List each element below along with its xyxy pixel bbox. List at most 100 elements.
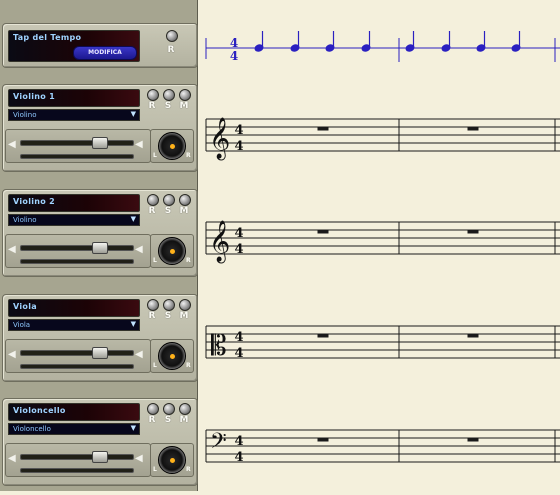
record-button[interactable] <box>147 194 159 206</box>
tempo-track: 4 4 <box>205 31 560 63</box>
speaker-high-icon: ◀ <box>135 139 143 150</box>
record-button[interactable] <box>147 89 159 101</box>
volume-slider-track[interactable] <box>20 245 134 251</box>
record-label: R <box>148 206 156 216</box>
dropdown-arrow-icon: ▼ <box>130 215 136 223</box>
instrument-select[interactable]: Violino ▼ <box>8 214 140 226</box>
speaker-high-icon: ◀ <box>135 349 143 360</box>
whole-rest[interactable] <box>467 229 479 234</box>
volume-slider-track[interactable] <box>20 350 134 356</box>
tempo-time-sig-numerator: 4 <box>230 36 238 50</box>
mute-label: M <box>179 101 189 111</box>
instrument-value: Violino <box>13 111 37 119</box>
level-meter <box>20 259 134 264</box>
volume-control: ◀ ◀ <box>5 234 151 268</box>
instrument-select[interactable]: Violino ▼ <box>8 109 140 121</box>
track-controls: ◀ ◀ L R <box>5 339 194 373</box>
volume-slider-thumb[interactable] <box>92 347 108 359</box>
solo-button[interactable] <box>163 194 175 206</box>
record-button[interactable] <box>147 299 159 311</box>
score-area[interactable]: 4 4 𝄞 4 4 𝄞 4 4 𝄡 4 4 𝄢 4 4 <box>198 0 560 491</box>
whole-rest[interactable] <box>467 333 479 338</box>
pan-right-label: R <box>186 257 191 264</box>
mute-button[interactable] <box>179 194 191 206</box>
track-name-display: Violino 2 <box>8 194 140 212</box>
time-sig-numerator: 4 <box>234 226 243 241</box>
pan-indicator <box>170 354 175 359</box>
track-name: Violino 1 <box>13 92 56 101</box>
record-label: R <box>148 415 156 425</box>
solo-label: S <box>164 206 172 216</box>
instrument-select[interactable]: Viola ▼ <box>8 319 140 331</box>
instrument-value: Violoncello <box>13 425 51 433</box>
track-name: Violoncello <box>13 406 66 415</box>
solo-label: S <box>164 415 172 425</box>
track-name-display: Violino 1 <box>8 89 140 107</box>
whole-rest[interactable] <box>317 333 329 338</box>
record-button[interactable] <box>147 403 159 415</box>
pan-knob[interactable] <box>158 446 186 474</box>
pan-knob[interactable] <box>158 237 186 265</box>
pan-indicator <box>170 458 175 463</box>
tempo-time-sig-denominator: 4 <box>230 49 238 63</box>
dropdown-arrow-icon: ▼ <box>130 424 136 432</box>
bass-clef-icon: 𝄢 <box>210 429 227 459</box>
treble-clef-icon: 𝄞 <box>209 117 230 160</box>
solo-label: S <box>164 311 172 321</box>
pan-knob[interactable] <box>158 342 186 370</box>
solo-button[interactable] <box>163 299 175 311</box>
pan-right-label: R <box>186 152 191 159</box>
volume-slider-track[interactable] <box>20 454 134 460</box>
solo-button[interactable] <box>163 403 175 415</box>
volume-slider-track[interactable] <box>20 140 134 146</box>
pan-left-label: L <box>153 152 157 159</box>
mute-label: M <box>179 311 189 321</box>
pan-control: L R <box>150 129 194 163</box>
whole-rest[interactable] <box>317 437 329 442</box>
solo-button[interactable] <box>163 89 175 101</box>
staff-violino-2 <box>205 221 560 255</box>
volume-control: ◀ ◀ <box>5 129 151 163</box>
pan-left-label: L <box>153 362 157 369</box>
tempo-record-led[interactable] <box>166 30 178 42</box>
track-name: Violino 2 <box>13 197 56 206</box>
alto-clef-icon: 𝄡 <box>211 329 227 362</box>
track-panel-violoncello: Violoncello Violoncello ▼ R S M ◀ ◀ L R <box>2 398 198 486</box>
time-sig-denominator: 4 <box>234 242 243 257</box>
track-panel-violino-2: Violino 2 Violino ▼ R S M ◀ ◀ L R <box>2 189 198 277</box>
pan-knob[interactable] <box>158 132 186 160</box>
level-meter <box>20 364 134 369</box>
instrument-select[interactable]: Violoncello ▼ <box>8 423 140 435</box>
pan-left-label: L <box>153 466 157 473</box>
instrument-value: Violino <box>13 216 37 224</box>
record-label: R <box>148 101 156 111</box>
speaker-low-icon: ◀ <box>8 453 16 464</box>
pan-indicator <box>170 144 175 149</box>
volume-slider-thumb[interactable] <box>92 451 108 463</box>
mute-label: M <box>179 206 189 216</box>
speaker-high-icon: ◀ <box>135 244 143 255</box>
pan-indicator <box>170 249 175 254</box>
track-name-display: Viola <box>8 299 140 317</box>
mute-button[interactable] <box>179 403 191 415</box>
track-controls: ◀ ◀ L R <box>5 129 194 163</box>
whole-rest[interactable] <box>467 126 479 131</box>
dropdown-arrow-icon: ▼ <box>130 320 136 328</box>
modifica-button[interactable]: MODIFICA <box>73 46 137 60</box>
instrument-value: Viola <box>13 321 31 329</box>
staff-violino-1 <box>205 118 560 152</box>
staff-violoncello <box>205 429 560 463</box>
tempo-record-label: R <box>167 45 175 55</box>
mute-button[interactable] <box>179 299 191 311</box>
track-panel-viola: Viola Viola ▼ R S M ◀ ◀ L R <box>2 294 198 382</box>
mute-button[interactable] <box>179 89 191 101</box>
whole-rest[interactable] <box>317 126 329 131</box>
time-sig-denominator: 4 <box>234 346 243 361</box>
whole-rest[interactable] <box>317 229 329 234</box>
volume-slider-thumb[interactable] <box>92 137 108 149</box>
pan-control: L R <box>150 234 194 268</box>
track-controls: ◀ ◀ L R <box>5 234 194 268</box>
whole-rest[interactable] <box>467 437 479 442</box>
speaker-high-icon: ◀ <box>135 453 143 464</box>
volume-slider-thumb[interactable] <box>92 242 108 254</box>
